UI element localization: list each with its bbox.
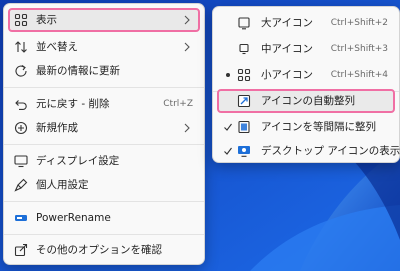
menu-item-shortcut: Ctrl+Shift+2 bbox=[330, 18, 388, 28]
menu-separator bbox=[4, 87, 204, 88]
refresh-icon bbox=[15, 65, 27, 77]
desktop-context-menu: 表示 並べ替え 最新の情報に更新 元に戻す - 削除 Ctrl+Z 新規作成 デ… bbox=[3, 3, 205, 265]
menu-item-label: ディスプレイ設定 bbox=[36, 155, 120, 167]
grid-view-icon bbox=[14, 13, 28, 27]
menu-item-sort[interactable]: 並べ替え bbox=[8, 35, 200, 59]
menu-item-label: 新規作成 bbox=[36, 122, 78, 134]
large-icon-view-icon bbox=[238, 17, 250, 30]
powerrename-icon bbox=[15, 215, 27, 221]
menu-item-undo-delete[interactable]: 元に戻す - 削除 Ctrl+Z bbox=[8, 92, 200, 116]
undo-icon bbox=[15, 100, 27, 110]
display-icon bbox=[14, 155, 28, 168]
chevron-right-icon bbox=[184, 123, 190, 133]
menu-item-label: 表示 bbox=[36, 14, 57, 26]
menu-item-new[interactable]: 新規作成 bbox=[8, 116, 200, 140]
menu-item-label: 最新の情報に更新 bbox=[36, 65, 120, 77]
selected-bullet-icon bbox=[226, 73, 230, 77]
brush-icon bbox=[14, 178, 28, 192]
submenu-item-medium-icons[interactable]: 中アイコン Ctrl+Shift+3 bbox=[217, 37, 395, 61]
align-grid-icon bbox=[238, 120, 250, 134]
small-icon-view-icon bbox=[237, 68, 251, 82]
menu-item-label: 元に戻す - 削除 bbox=[36, 98, 110, 110]
checkmark-icon bbox=[224, 147, 232, 155]
submenu-item-align-to-grid[interactable]: アイコンを等間隔に整列 bbox=[217, 115, 395, 139]
menu-item-label: 個人用設定 bbox=[36, 179, 89, 191]
chevron-right-icon bbox=[184, 15, 190, 25]
menu-item-label: 大アイコン bbox=[261, 17, 313, 29]
menu-item-more-options[interactable]: その他のオプションを確認 bbox=[8, 238, 200, 262]
chevron-right-icon bbox=[184, 42, 190, 52]
view-submenu: 大アイコン Ctrl+Shift+2 中アイコン Ctrl+Shift+3 小ア… bbox=[212, 6, 400, 163]
desktop-icons-icon bbox=[238, 146, 250, 157]
menu-item-label: 中アイコン bbox=[261, 43, 313, 55]
menu-item-personalize[interactable]: 個人用設定 bbox=[8, 173, 200, 197]
menu-item-label: その他のオプションを確認 bbox=[36, 244, 162, 256]
medium-icon-view-icon bbox=[239, 43, 249, 55]
submenu-item-show-desktop-icons[interactable]: デスクトップ アイコンの表示 bbox=[217, 139, 400, 163]
menu-item-shortcut: Ctrl+Z bbox=[163, 99, 193, 109]
menu-item-label: PowerRename bbox=[36, 212, 111, 224]
sort-icon bbox=[15, 41, 27, 53]
menu-separator bbox=[4, 234, 204, 235]
share-icon bbox=[14, 243, 28, 257]
menu-item-refresh[interactable]: 最新の情報に更新 bbox=[8, 59, 200, 83]
menu-item-label: 小アイコン bbox=[261, 69, 313, 81]
submenu-item-large-icons[interactable]: 大アイコン Ctrl+Shift+2 bbox=[217, 11, 395, 35]
menu-item-label: 並べ替え bbox=[36, 41, 78, 53]
menu-item-powerrename[interactable]: PowerRename bbox=[8, 206, 200, 230]
menu-item-view[interactable]: 表示 bbox=[8, 8, 200, 32]
menu-item-shortcut: Ctrl+Shift+4 bbox=[330, 70, 388, 80]
new-plus-icon bbox=[14, 121, 28, 135]
menu-separator bbox=[4, 201, 204, 202]
menu-item-label: デスクトップ アイコンの表示 bbox=[261, 145, 400, 157]
checkmark-icon bbox=[224, 123, 232, 131]
menu-item-label: アイコンの自動整列 bbox=[261, 95, 355, 107]
submenu-item-auto-arrange[interactable]: アイコンの自動整列 bbox=[217, 89, 395, 113]
menu-item-label: アイコンを等間隔に整列 bbox=[261, 121, 376, 133]
menu-item-shortcut: Ctrl+Shift+3 bbox=[330, 44, 388, 54]
auto-arrange-icon bbox=[237, 94, 251, 108]
menu-separator bbox=[4, 144, 204, 145]
submenu-item-small-icons[interactable]: 小アイコン Ctrl+Shift+4 bbox=[217, 63, 395, 87]
menu-item-display-settings[interactable]: ディスプレイ設定 bbox=[8, 149, 200, 173]
